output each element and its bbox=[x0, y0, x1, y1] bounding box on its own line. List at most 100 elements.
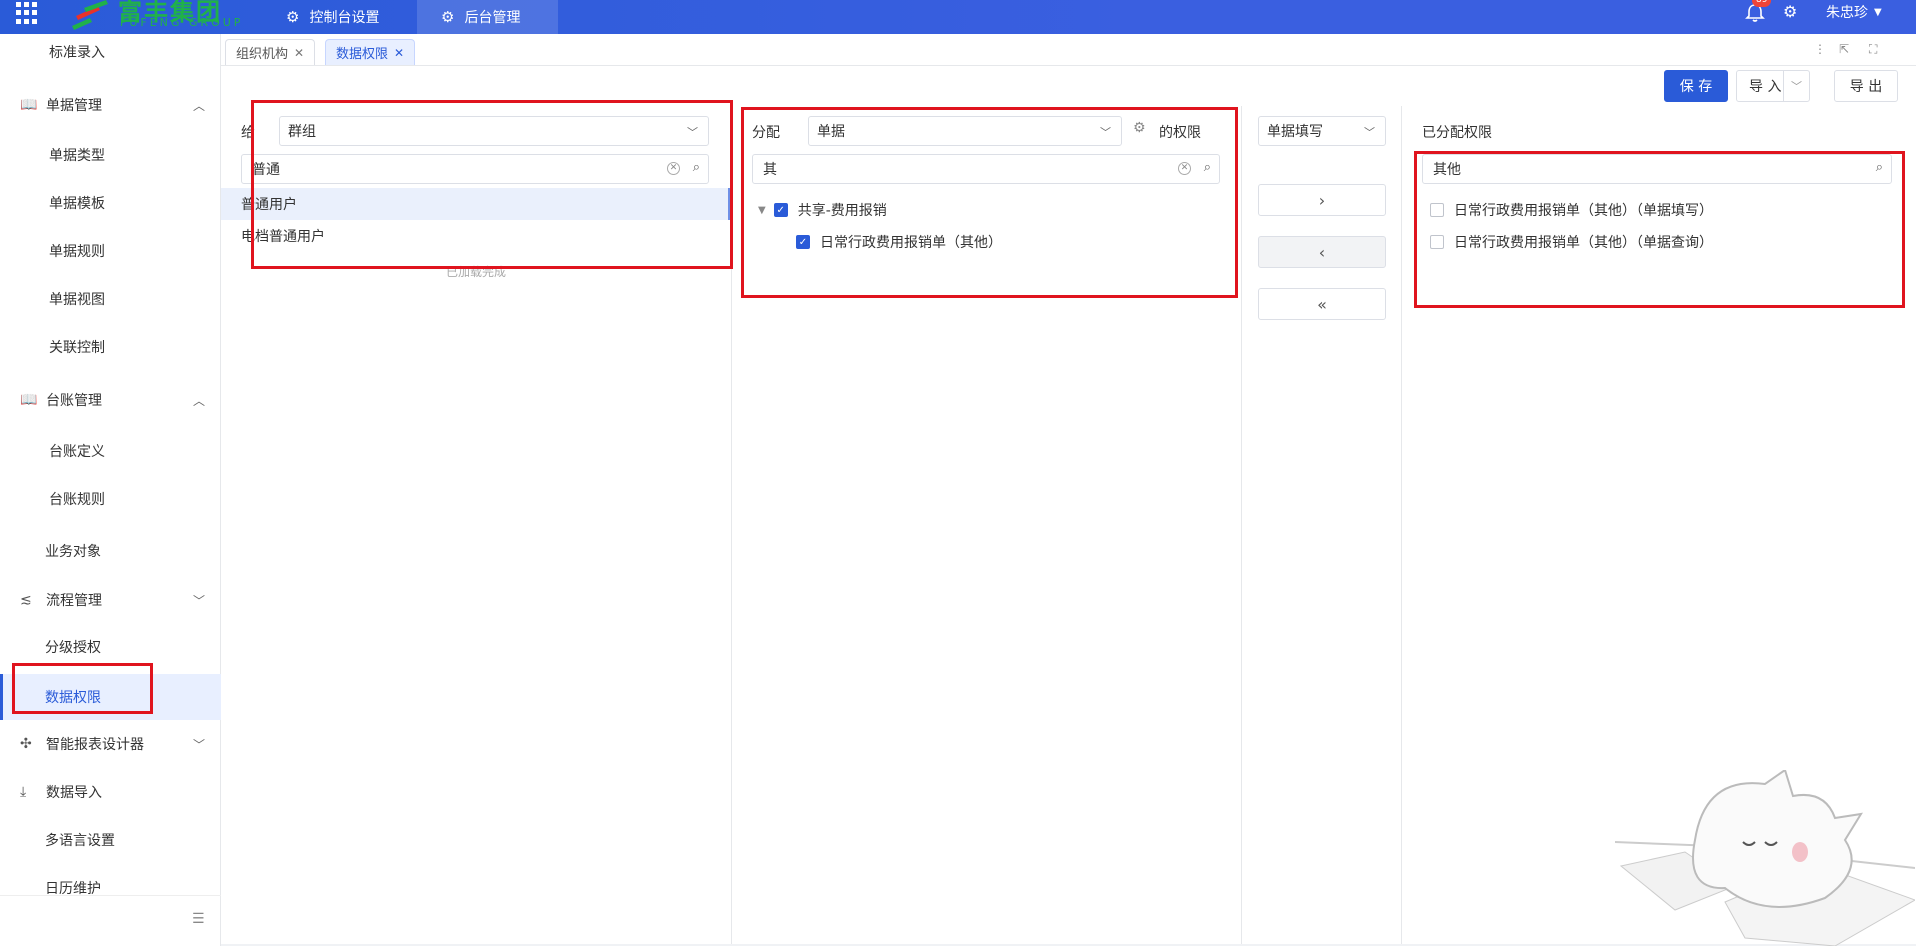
clear-icon[interactable]: ✕ bbox=[667, 162, 680, 175]
sidebar-item-standard-entry[interactable]: 标准录入 bbox=[0, 34, 221, 70]
sidebar-item-document-view[interactable]: 单据视图 bbox=[0, 279, 221, 319]
group-type-select[interactable]: 群组 ﹀ bbox=[279, 116, 709, 146]
save-button[interactable]: 保 存 bbox=[1664, 70, 1728, 102]
sidebar-item-ledger-rules[interactable]: 台账规则 bbox=[0, 479, 221, 519]
assign-label: 分配 bbox=[752, 125, 780, 141]
assigned-search-value: 其他 bbox=[1433, 162, 1461, 178]
sidebar-item-label: 台账定义 bbox=[49, 444, 105, 460]
sidebar-item-label: 数据权限 bbox=[45, 690, 101, 706]
search-icon[interactable]: ⌕ bbox=[693, 160, 700, 175]
nav-tab-backend-management[interactable]: ⚙ 后台管理 bbox=[417, 0, 558, 34]
search-icon[interactable]: ⌕ bbox=[1204, 160, 1211, 175]
close-icon[interactable]: ✕ bbox=[294, 46, 304, 60]
logo-subtext: FUFENG GROUP bbox=[120, 16, 244, 29]
collapse-sidebar-icon[interactable]: ☰ bbox=[192, 911, 205, 927]
list-item[interactable]: 普通用户 bbox=[221, 188, 731, 220]
checkbox[interactable] bbox=[1430, 203, 1444, 217]
move-all-left-button[interactable]: « bbox=[1258, 288, 1386, 320]
sidebar-item-label: 数据导入 bbox=[46, 785, 102, 801]
company-logo: 富丰集团 FUFENG GROUP bbox=[66, 0, 246, 34]
sidebar-item-document-template[interactable]: 单据模板 bbox=[0, 183, 221, 223]
checkbox[interactable] bbox=[1430, 235, 1444, 249]
sidebar-item-association-control[interactable]: 关联控制 bbox=[0, 327, 221, 367]
chevron-up-icon: ︿ bbox=[192, 98, 205, 113]
sidebar-item-document-rules[interactable]: 单据规则 bbox=[0, 231, 221, 271]
sidebar-item-label: 台账规则 bbox=[49, 492, 105, 508]
gear-icon[interactable]: ⚙ bbox=[1133, 120, 1146, 136]
sidebar-item-language-settings[interactable]: 多语言设置 bbox=[0, 820, 221, 860]
cat-mascot-illustration bbox=[1615, 770, 1915, 946]
move-left-button[interactable]: ‹ bbox=[1258, 236, 1386, 268]
chevron-down-icon[interactable]: ﹀ bbox=[1783, 71, 1809, 101]
sidebar-item-label: 流程管理 bbox=[46, 593, 102, 609]
sidebar-item-label: 智能报表设计器 bbox=[46, 737, 144, 753]
double-chevron-left-icon: « bbox=[1317, 294, 1327, 314]
gear-icon[interactable]: ⚙ bbox=[1783, 2, 1797, 21]
sidebar-group-document-management[interactable]: 📖 单据管理 ︿ bbox=[0, 85, 221, 125]
assign-type-select[interactable]: 单据 ﹀ bbox=[808, 116, 1122, 146]
sidebar-item-ledger-definition[interactable]: 台账定义 bbox=[0, 431, 221, 471]
notification-badge: 89 bbox=[1752, 0, 1772, 7]
toolbar: 保 存 导 入 ﹀ 导 出 bbox=[221, 66, 1916, 106]
sidebar-item-label: 业务对象 bbox=[45, 544, 101, 560]
group-panel: 给 群组 ﹀ 普通 ✕ ⌕ 普通用户 电档普通用户 已加载完成 bbox=[221, 106, 732, 944]
loaded-status-text: 已加载完成 bbox=[446, 265, 507, 279]
caret-down-icon[interactable]: ▼ bbox=[758, 205, 766, 216]
page-tab-bar: 组织机构 ✕ 数据权限 ✕ ⋮ ⇱ ⛶ bbox=[221, 34, 1916, 66]
sidebar-item-data-import[interactable]: ⤓ 数据导入 bbox=[0, 772, 221, 812]
chevron-right-icon: › bbox=[1318, 190, 1326, 210]
tab-label: 数据权限 bbox=[336, 47, 389, 62]
list-item-label: 普通用户 bbox=[241, 197, 297, 213]
transfer-panel: 单据填写 ﹀ › ‹ « bbox=[1242, 106, 1402, 944]
sidebar-item-label: 多语言设置 bbox=[45, 833, 115, 849]
sidebar-item-business-object[interactable]: 业务对象 bbox=[0, 531, 221, 571]
close-icon[interactable]: ✕ bbox=[394, 46, 404, 60]
sidebar-item-document-type[interactable]: 单据类型 bbox=[0, 135, 221, 175]
sidebar-item-hierarchical-authorization[interactable]: 分级授权 bbox=[0, 627, 221, 667]
list-item[interactable]: 电档普通用户 bbox=[221, 220, 731, 252]
list-item[interactable]: 日常行政费用报销单（其他）（单据填写） bbox=[1430, 194, 1713, 226]
sidebar-divider bbox=[0, 895, 221, 896]
sidebar-item-label: 单据管理 bbox=[46, 98, 102, 114]
tree-node-child[interactable]: ✓ 日常行政费用报销单（其他） bbox=[796, 226, 1002, 258]
flow-icon: ≲ bbox=[20, 592, 32, 608]
assigned-search-input[interactable]: 其他 ⌕ bbox=[1422, 154, 1892, 184]
assign-type-value: 单据 bbox=[817, 124, 845, 140]
assign-panel: 分配 单据 ﹀ ⚙ 的权限 其 ✕ ⌕ ▼ ✓ 共享-费用报销 ✓ 日常行政费用… bbox=[732, 106, 1242, 944]
search-icon[interactable]: ⌕ bbox=[1876, 160, 1883, 175]
tab-organization[interactable]: 组织机构 ✕ bbox=[225, 39, 316, 65]
tab-data-permission[interactable]: 数据权限 ✕ bbox=[325, 39, 416, 65]
sidebar-group-ledger-management[interactable]: 📖 台账管理 ︿ bbox=[0, 380, 221, 420]
assign-search-input[interactable]: 其 ✕ ⌕ bbox=[752, 154, 1220, 184]
checkbox-checked[interactable]: ✓ bbox=[773, 203, 788, 217]
checkbox-checked[interactable]: ✓ bbox=[796, 235, 810, 249]
move-right-button[interactable]: › bbox=[1258, 184, 1386, 216]
list-item[interactable]: 日常行政费用报销单（其他）（单据查询） bbox=[1430, 226, 1713, 258]
sidebar-item-data-permission[interactable]: 数据权限 bbox=[0, 674, 221, 720]
app-grid-icon[interactable] bbox=[16, 2, 38, 24]
group-search-input[interactable]: 普通 ✕ ⌕ bbox=[241, 154, 709, 184]
chevron-down-icon: ﹀ bbox=[192, 737, 205, 752]
settings-nodes-icon: ⚙ bbox=[441, 8, 455, 26]
user-menu[interactable]: 朱忠珍 ▼ bbox=[1826, 0, 1882, 24]
user-name: 朱忠珍 bbox=[1826, 5, 1868, 21]
save-button-label: 保 存 bbox=[1679, 79, 1713, 95]
sidebar-item-label: 单据模板 bbox=[49, 196, 105, 212]
collapse-header-icon[interactable]: ⇱ bbox=[1839, 42, 1849, 56]
book-icon: 📖 bbox=[20, 97, 38, 113]
chevron-left-icon: ‹ bbox=[1318, 242, 1326, 262]
clear-icon[interactable]: ✕ bbox=[1178, 162, 1191, 175]
sidebar-item-calendar-maintenance[interactable]: 日历维护 bbox=[0, 868, 221, 908]
import-button[interactable]: 导 入 ﹀ bbox=[1736, 70, 1810, 102]
import-button-label: 导 入 bbox=[1749, 79, 1782, 95]
nav-tab-console-settings[interactable]: ⚙ 控制台设置 bbox=[262, 0, 403, 34]
permission-type-select[interactable]: 单据填写 ﹀ bbox=[1258, 116, 1386, 146]
more-vertical-icon[interactable]: ⋮ bbox=[1814, 42, 1826, 56]
tree-node-label: 日常行政费用报销单（其他） bbox=[820, 235, 1002, 251]
sidebar-item-label: 台账管理 bbox=[46, 393, 102, 409]
sidebar-group-report-designer[interactable]: ✣ 智能报表设计器 ﹀ bbox=[0, 724, 221, 764]
sidebar-group-process-management[interactable]: ≲ 流程管理 ﹀ bbox=[0, 580, 221, 620]
tree-node-parent[interactable]: ▼ ✓ 共享-费用报销 bbox=[758, 194, 887, 226]
export-button[interactable]: 导 出 bbox=[1834, 70, 1898, 102]
fullscreen-icon[interactable]: ⛶ bbox=[1869, 42, 1877, 57]
